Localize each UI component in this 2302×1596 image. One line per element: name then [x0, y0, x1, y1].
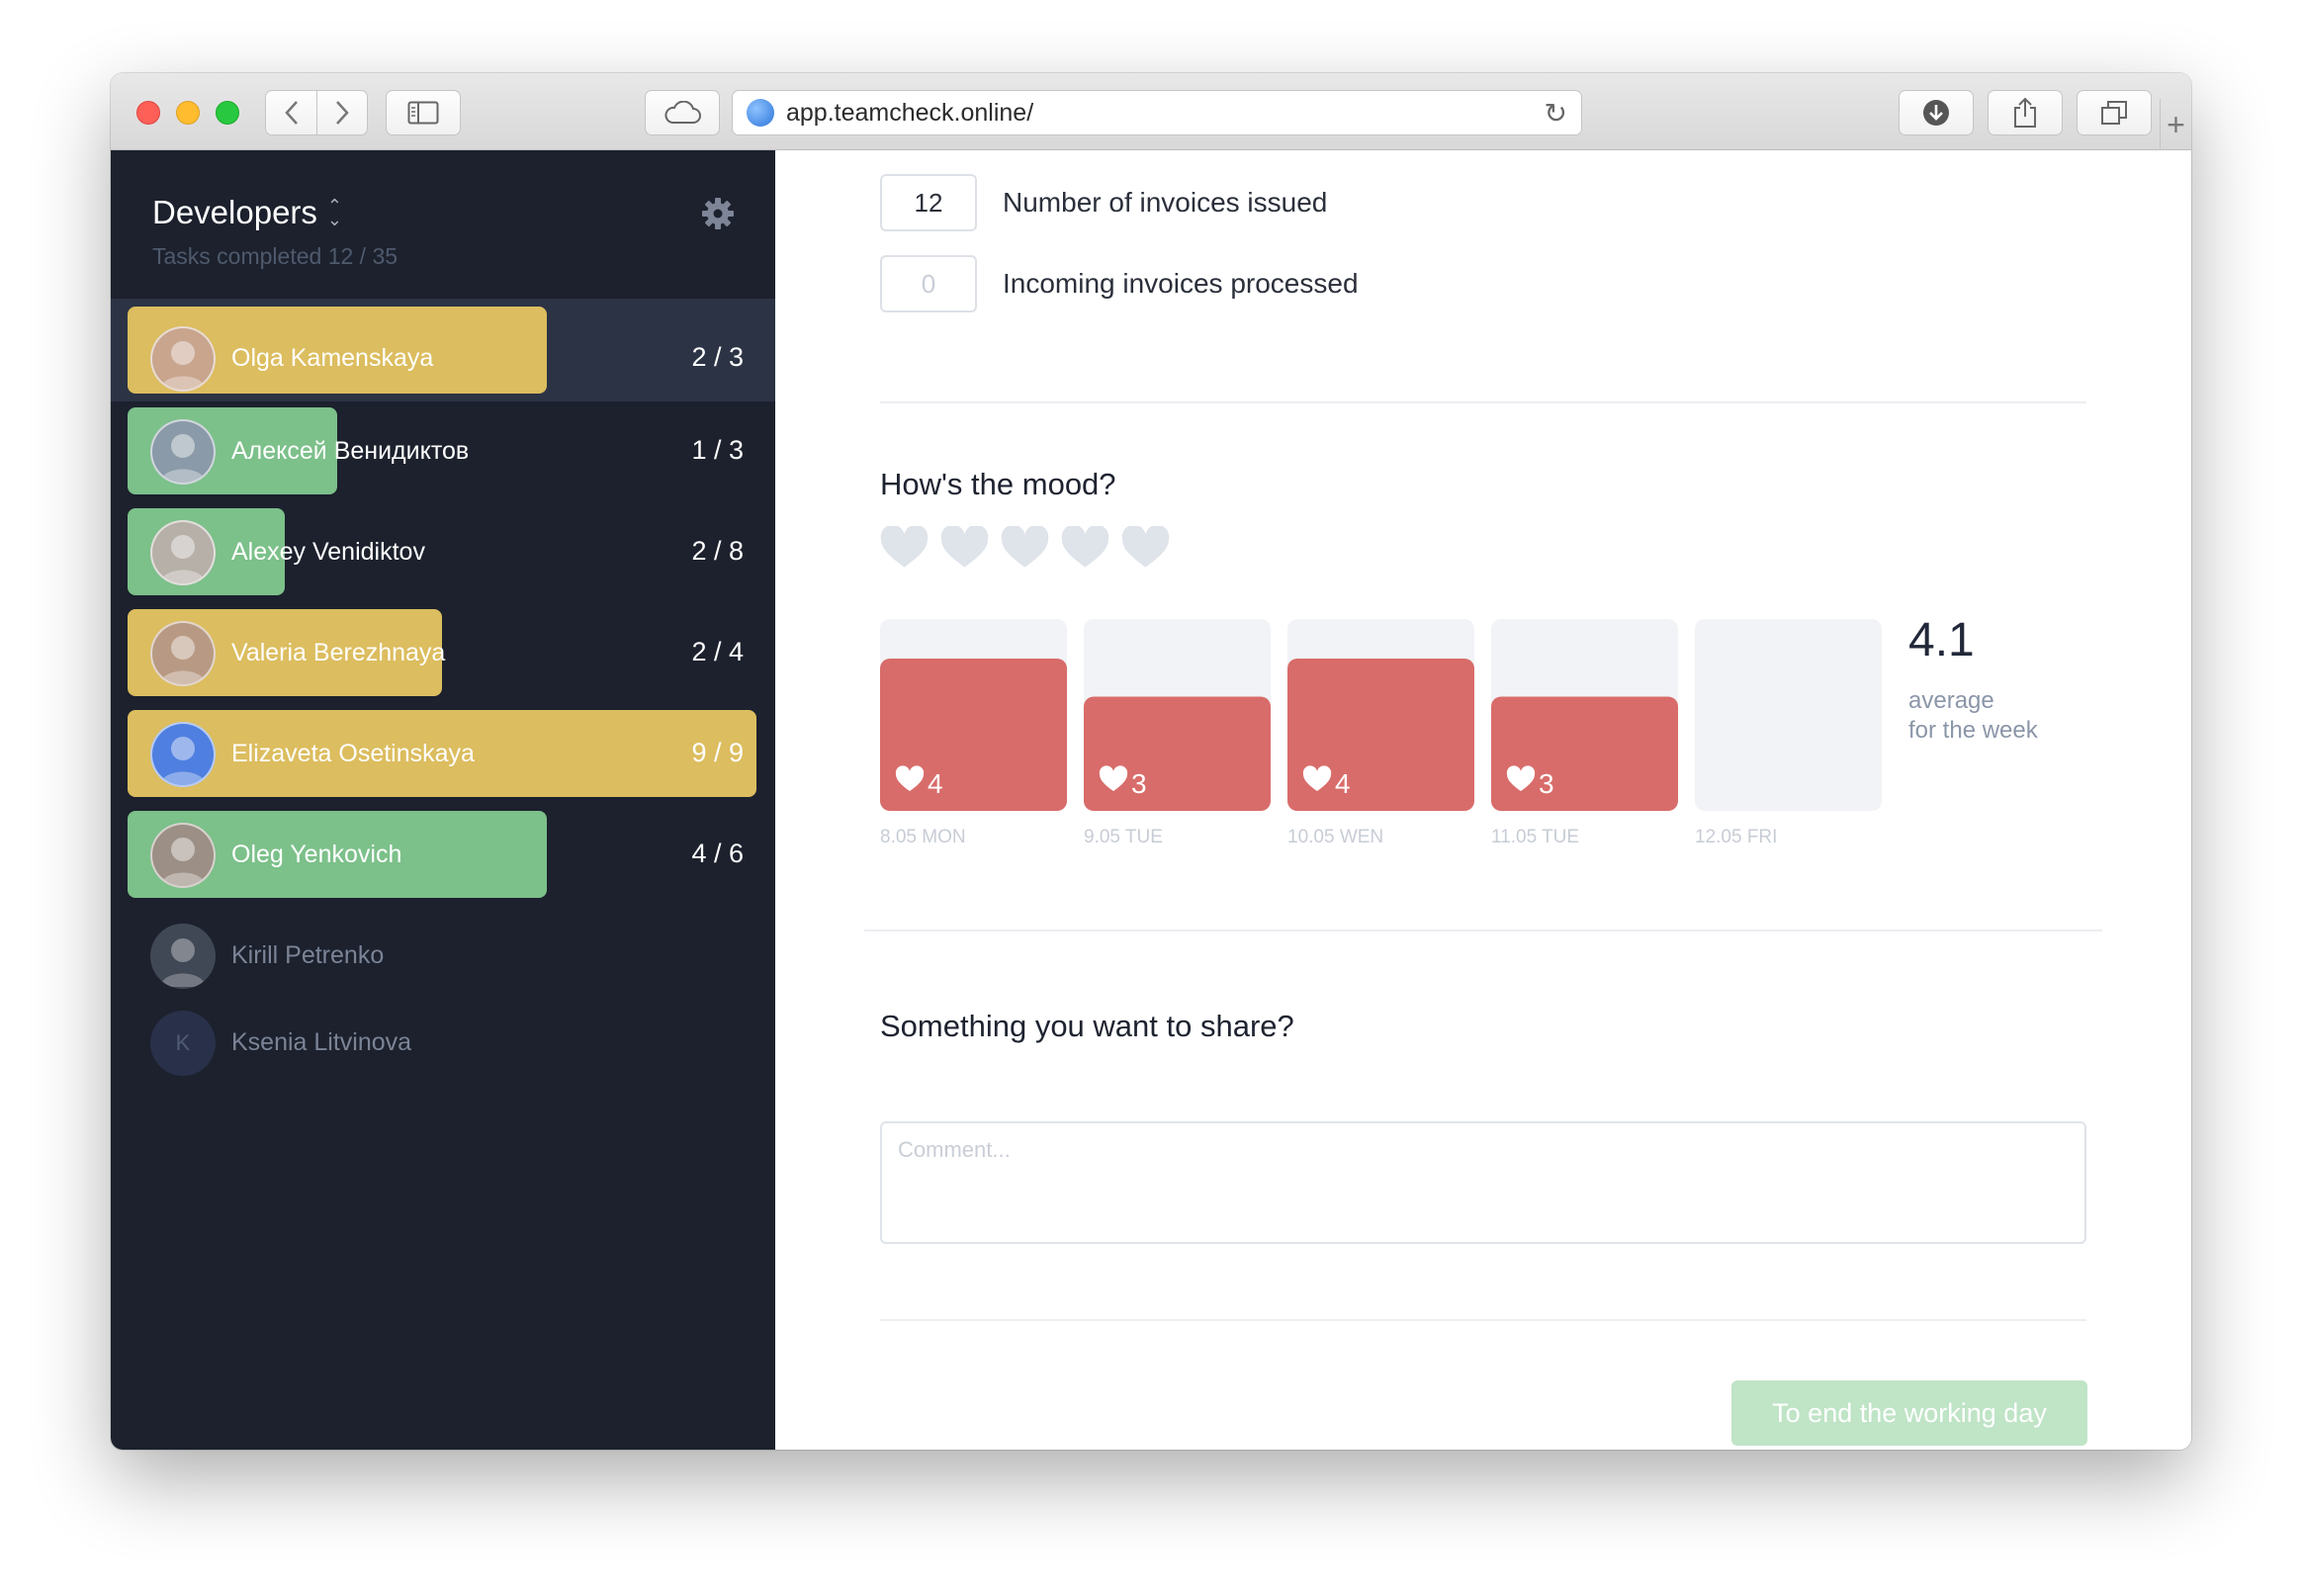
cloud-icon	[664, 101, 701, 124]
member-name: Алексей Венидиктов	[231, 437, 470, 465]
settings-button[interactable]	[700, 196, 736, 241]
day-report-panel: 12 Number of invoices issued 0 Incoming …	[775, 150, 2191, 1450]
member-row[interactable]: Elizaveta Osetinskaya 9 / 9	[111, 702, 775, 797]
person-icon	[160, 737, 206, 785]
member-name: Alexey Venidiktov	[231, 538, 425, 566]
address-bar[interactable]: app.teamcheck.online/ ↻	[732, 90, 1582, 135]
team-sidebar: Developers ⌃ ⌄ Tasks completed 12 / 35 O…	[111, 150, 775, 1450]
avatar	[150, 823, 216, 888]
team-selector[interactable]: Developers ⌃ ⌄	[152, 194, 342, 231]
member-row[interactable]: Valeria Berezhnaya 2 / 4	[111, 601, 775, 696]
share-icon	[2014, 97, 2036, 128]
back-button[interactable]	[266, 91, 316, 134]
avatar	[150, 419, 216, 485]
chart-bar-track	[1695, 619, 1882, 811]
person-icon	[160, 535, 206, 583]
chart-bar	[1491, 696, 1678, 811]
member-task-count: 4 / 6	[691, 839, 744, 868]
chart-data-label: 4	[928, 768, 943, 799]
member-name: Ksenia Litvinova	[231, 1028, 412, 1056]
globe-icon	[747, 99, 774, 127]
page-content: Developers ⌃ ⌄ Tasks completed 12 / 35 O…	[111, 150, 2191, 1450]
chart-category-label: 11.05 TUE	[1491, 827, 1579, 847]
downloads-button[interactable]	[1899, 90, 1974, 135]
member-name: Elizaveta Osetinskaya	[231, 740, 475, 767]
chevron-right-icon	[336, 101, 349, 125]
icloud-tabs-button[interactable]	[645, 90, 720, 135]
member-task-count: 2 / 8	[691, 536, 744, 566]
section-divider	[864, 930, 2102, 931]
avatar	[150, 520, 216, 585]
member-row[interactable]: K Ksenia Litvinova	[111, 991, 775, 1078]
member-row[interactable]: Olga Kamenskaya 2 / 3	[111, 299, 775, 401]
sidebar-toggle-button[interactable]	[386, 90, 461, 135]
chart-category-label: 8.05 MON	[880, 827, 966, 847]
browser-toolbar: app.teamcheck.online/ ↻ +	[111, 73, 2191, 150]
average-label: average for the week	[1908, 686, 2038, 746]
chart-data-label: 4	[1335, 768, 1351, 799]
person-icon	[160, 636, 206, 684]
avatar: K	[150, 1011, 216, 1076]
chevron-updown-icon: ⌃ ⌄	[326, 195, 343, 229]
member-name: Olga Kamenskaya	[231, 344, 434, 372]
member-task-count: 9 / 9	[691, 738, 744, 767]
avatar	[150, 722, 216, 787]
url-text: app.teamcheck.online/	[786, 98, 1034, 127]
comment-input[interactable]	[880, 1121, 2086, 1244]
average-label-line-1: average	[1908, 687, 1994, 714]
show-tabs-button[interactable]	[2077, 90, 2152, 135]
member-row[interactable]: Alexey Venidiktov 2 / 8	[111, 500, 775, 595]
member-task-count: 2 / 3	[691, 342, 744, 372]
member-name: Valeria Berezhnaya	[231, 639, 446, 666]
member-name: Oleg Yenkovich	[231, 841, 402, 868]
history-nav	[265, 90, 368, 135]
share-title: Something you want to share?	[880, 1009, 1294, 1043]
chart-category-label: 12.05 FRI	[1695, 827, 1777, 847]
chart-data-label: 3	[1131, 768, 1147, 799]
forward-button[interactable]	[316, 91, 367, 134]
person-icon	[160, 341, 206, 390]
chart-data-label: 3	[1539, 768, 1554, 799]
average-label-line-2: for the week	[1908, 717, 2038, 744]
chart-category-label: 10.05 WEN	[1287, 827, 1383, 847]
member-name: Kirill Petrenko	[231, 941, 385, 969]
member-row[interactable]: Kirill Petrenko	[111, 904, 775, 991]
person-icon	[160, 838, 206, 886]
new-tab-button[interactable]: +	[2160, 99, 2191, 150]
end-working-day-button[interactable]: To end the working day	[1731, 1380, 2087, 1446]
chevron-left-icon	[284, 101, 298, 125]
chart-category-label: 9.05 TUE	[1084, 827, 1163, 847]
chart-bar	[1084, 696, 1271, 811]
average-value: 4.1	[1908, 614, 1975, 666]
browser-window: app.teamcheck.online/ ↻ + Developers ⌃ ⌄ …	[111, 73, 2191, 1450]
share-button[interactable]	[1988, 90, 2063, 135]
reload-icon[interactable]: ↻	[1545, 97, 1567, 130]
avatar	[150, 621, 216, 686]
team-name: Developers	[152, 194, 317, 230]
person-icon	[160, 434, 206, 483]
section-divider	[880, 1319, 2086, 1321]
close-window-button[interactable]	[136, 101, 160, 125]
avatar	[150, 326, 216, 392]
member-task-count: 2 / 4	[691, 637, 744, 666]
tabs-icon	[2101, 101, 2127, 125]
member-row[interactable]: Oleg Yenkovich 4 / 6	[111, 803, 775, 898]
mood-chart: 4 8.05 MON 3 9.05 TUE 4 10.05 WEN 3 11.05 TUE 12…	[880, 619, 1882, 847]
avatar	[150, 924, 216, 989]
member-row[interactable]: Алексей Венидиктов 1 / 3	[111, 399, 775, 494]
tasks-completed: Tasks completed 12 / 35	[152, 243, 398, 269]
member-task-count: 1 / 3	[691, 435, 744, 465]
download-icon	[1923, 100, 1949, 126]
person-icon	[160, 938, 206, 987]
zoom-window-button[interactable]	[216, 101, 239, 125]
sidebar-icon	[407, 101, 439, 125]
gear-icon	[702, 198, 734, 229]
minimize-window-button[interactable]	[176, 101, 200, 125]
